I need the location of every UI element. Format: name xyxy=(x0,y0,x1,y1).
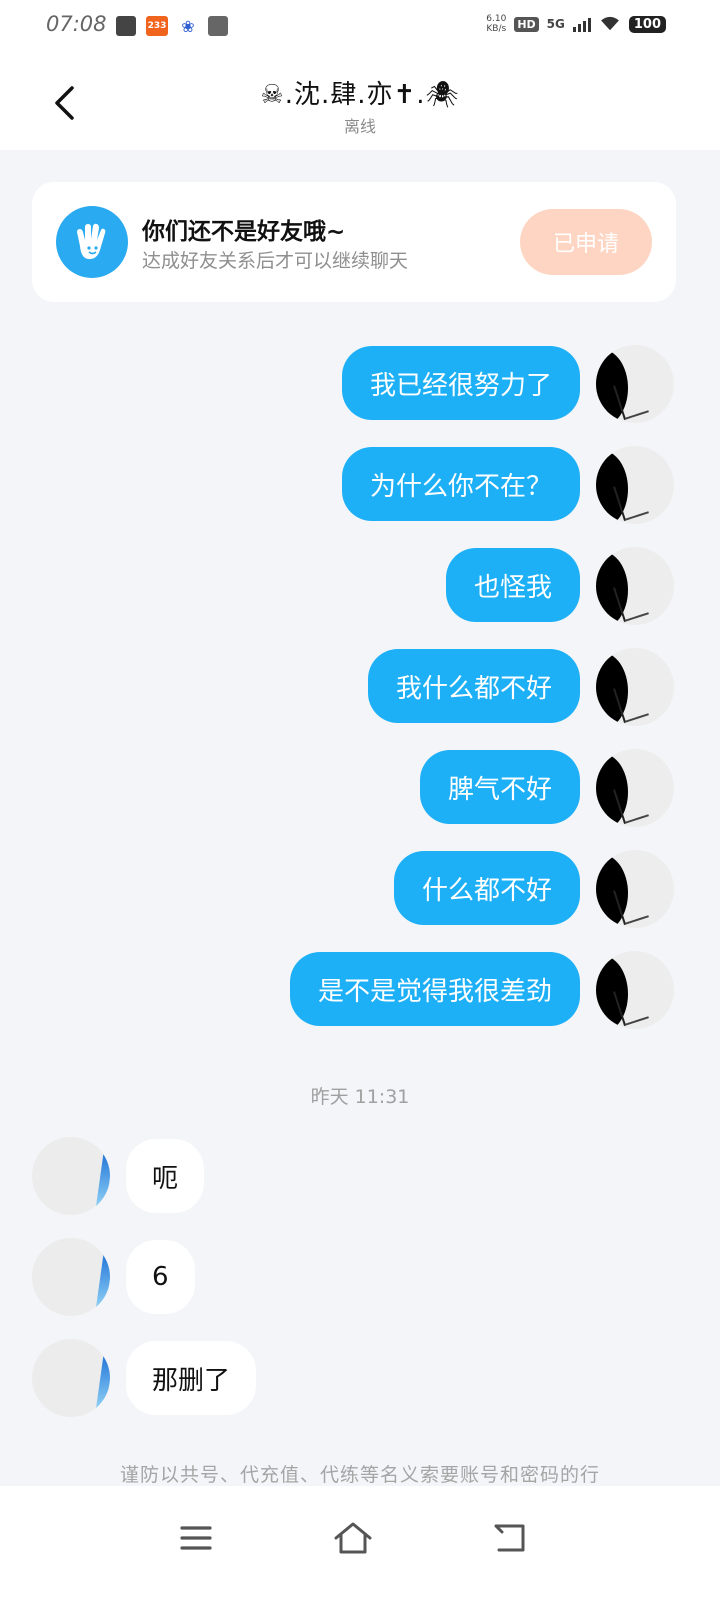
clipboard-check-icon xyxy=(116,16,136,36)
system-nav-bar xyxy=(0,1486,720,1600)
message-row-out: 我什么都不好 xyxy=(0,648,720,726)
message-bubble-in[interactable]: 那删了 xyxy=(126,1341,257,1415)
message-row-out: 什么都不好 xyxy=(0,850,720,928)
message-row-out: 为什么你不在？ xyxy=(0,446,720,524)
message-row-in: 呃 xyxy=(0,1137,720,1215)
card-title: 你们还不是好友哦~ xyxy=(142,219,346,245)
menu-icon xyxy=(180,1526,212,1550)
message-row-out: 脾气不好 xyxy=(0,749,720,827)
friend-request-card: 你们还不是好友哦~ 达成好友关系后才可以继续聊天 已申请 xyxy=(32,182,676,302)
menu-button[interactable] xyxy=(166,1508,226,1568)
message-row-out: 我已经很努力了 xyxy=(0,345,720,423)
chat-title-block[interactable]: ☠.沈.肆.亦✝.🕷 离线 xyxy=(0,74,720,137)
message-row-in: 6 xyxy=(0,1238,720,1316)
status-time: 07:08 xyxy=(46,12,107,36)
avatar-me[interactable] xyxy=(596,749,674,827)
network-type: 5G xyxy=(546,17,565,31)
avatar-me[interactable] xyxy=(596,951,674,1029)
avatar-me[interactable] xyxy=(596,446,674,524)
net-speed-unit: KB/s xyxy=(486,24,507,34)
return-icon xyxy=(494,1524,525,1552)
net-speed: 6.10 KB/s xyxy=(486,14,506,34)
card-subtitle: 达成好友关系后才可以继续聊天 xyxy=(142,250,409,272)
message-row-out: 也怪我 xyxy=(0,547,720,625)
message-bubble-out[interactable]: 脾气不好 xyxy=(419,750,580,824)
avatar-contact[interactable] xyxy=(32,1339,110,1417)
waving-hand-icon xyxy=(56,206,128,278)
message-bubble-out[interactable]: 我已经很努力了 xyxy=(341,346,580,420)
signal-icon xyxy=(572,16,591,32)
message-row-in: 那删了 xyxy=(0,1339,720,1417)
message-bubble-in[interactable]: 6 xyxy=(126,1240,195,1314)
avatar-me[interactable] xyxy=(596,850,674,928)
hd-icon: HD xyxy=(514,16,539,32)
message-bubble-out[interactable]: 什么都不好 xyxy=(393,851,580,925)
notification-icons: 233 ❀ xyxy=(116,16,228,36)
back-nav-button[interactable] xyxy=(480,1508,540,1568)
avatar-me[interactable] xyxy=(596,547,674,625)
message-bubble-in[interactable]: 呃 xyxy=(126,1139,205,1213)
online-status: 离线 xyxy=(343,117,376,136)
wifi-icon xyxy=(600,16,619,31)
baidu-paw-icon: ❀ xyxy=(178,16,198,36)
avatar-contact[interactable] xyxy=(32,1238,110,1316)
message-row-out: 是不是觉得我很差劲 xyxy=(0,951,720,1029)
app-233-icon: 233 xyxy=(146,16,168,36)
request-sent-button[interactable]: 已申请 xyxy=(520,209,652,275)
message-bubble-out[interactable]: 是不是觉得我很差劲 xyxy=(289,952,580,1026)
app-square-icon xyxy=(208,16,228,36)
battery-icon: 100 xyxy=(628,15,666,33)
home-button[interactable] xyxy=(323,1508,383,1568)
chat-header: ☠.沈.肆.亦✝.🕷 离线 xyxy=(0,56,720,150)
avatar-contact[interactable] xyxy=(32,1137,110,1215)
avatar-me[interactable] xyxy=(596,345,674,423)
avatar-me[interactable] xyxy=(596,648,674,726)
message-bubble-out[interactable]: 我什么都不好 xyxy=(367,649,580,723)
security-notice: 谨防以共号、代充值、代练等名义索要账号和密码的行 xyxy=(119,1464,600,1486)
message-bubble-out[interactable]: 也怪我 xyxy=(445,548,580,622)
status-right: 6.10 KB/s HD 5G 100 xyxy=(486,14,666,34)
net-speed-value: 6.10 xyxy=(486,14,507,24)
message-bubble-out[interactable]: 为什么你不在？ xyxy=(341,447,580,521)
status-bar: 07:08 233 ❀ 6.10 KB/s HD 5G 100 xyxy=(0,0,720,56)
chat-title: ☠.沈.肆.亦✝.🕷 xyxy=(260,80,460,110)
home-icon xyxy=(334,1522,372,1554)
message-timestamp: 昨天 11:31 xyxy=(310,1086,410,1108)
